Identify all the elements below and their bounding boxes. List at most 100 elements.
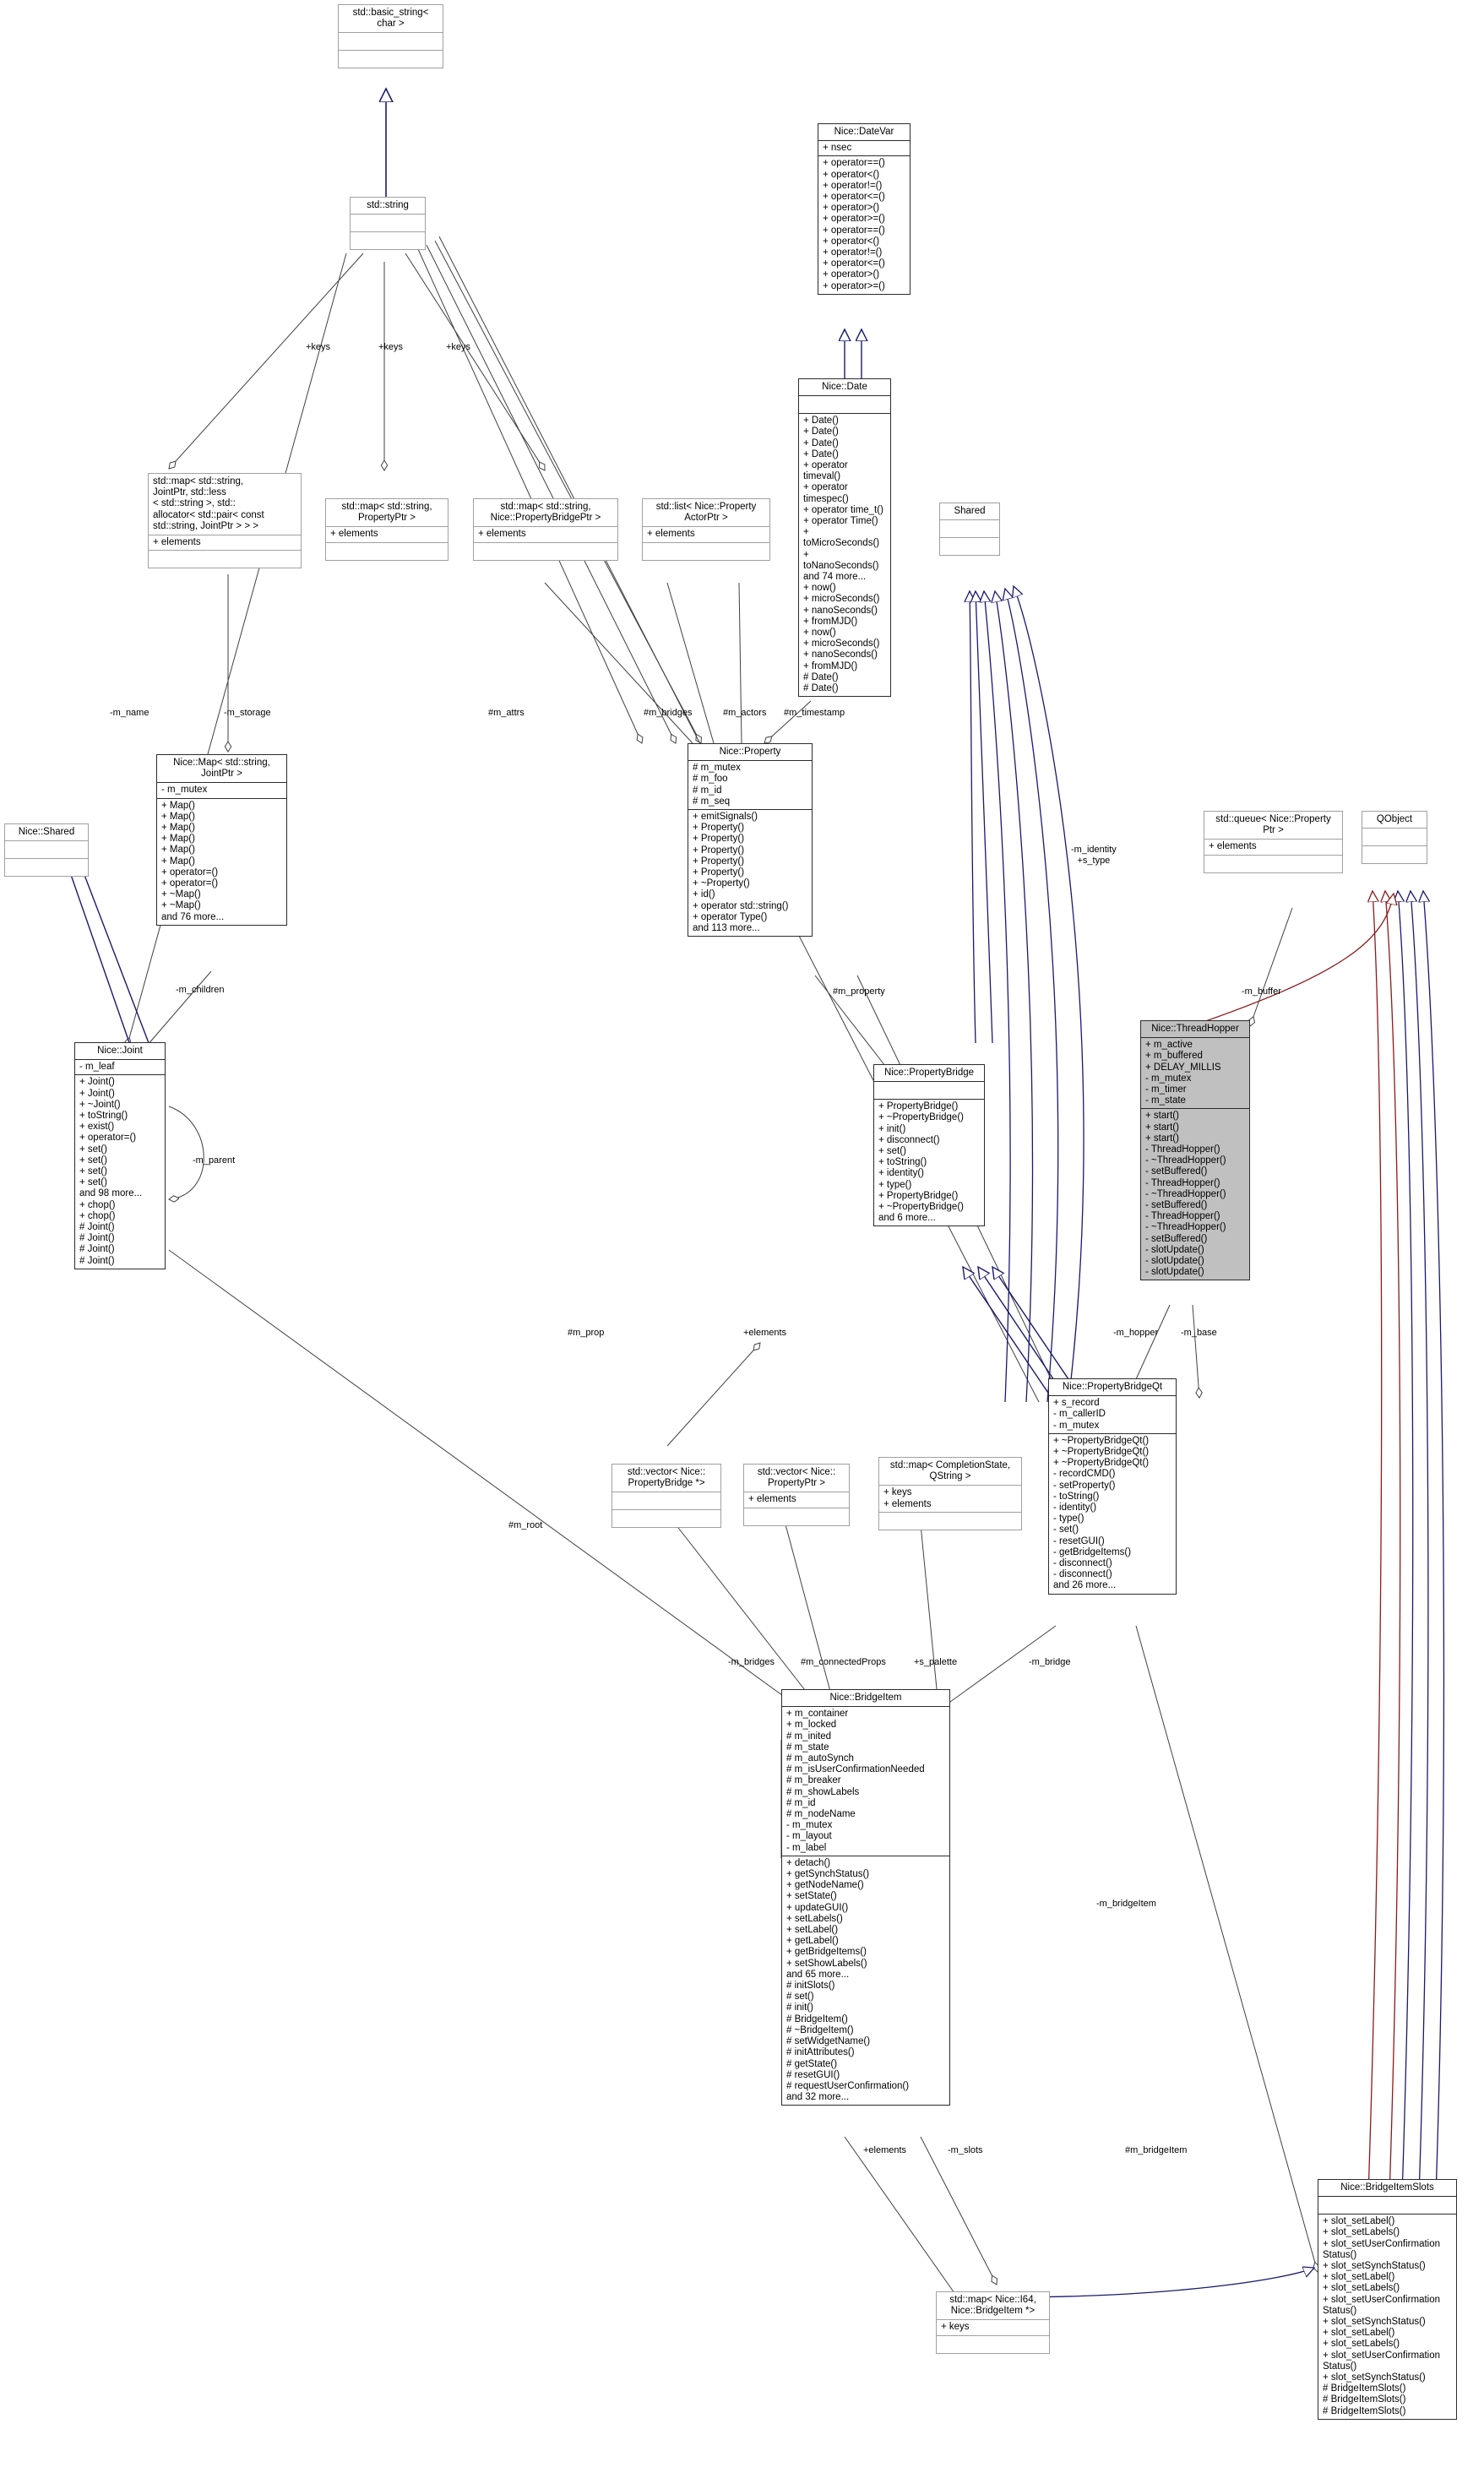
class-attributes bbox=[1362, 829, 1427, 847]
class-attributes: # m_mutex # m_foo # m_id # m_seq bbox=[688, 761, 812, 811]
class-attributes bbox=[1318, 2197, 1456, 2215]
class-node-nice-bridgeitemslots[interactable]: Nice::BridgeItemSlots + slot_setLabel() … bbox=[1318, 2179, 1457, 2420]
class-operations bbox=[744, 1508, 849, 1525]
class-node-std-map-int64-bridgeitem[interactable]: std::map< Nice::I64, Nice::BridgeItem *>… bbox=[936, 2291, 1050, 2354]
class-operations bbox=[326, 543, 448, 560]
class-attributes bbox=[339, 33, 443, 52]
class-title: std::list< Nice::Property ActorPtr > bbox=[643, 499, 769, 528]
class-node-std-vector-propertyptr[interactable]: std::vector< Nice:: PropertyPtr > + elem… bbox=[743, 1464, 850, 1526]
edge-label-m-storage: -m_storage bbox=[224, 708, 271, 718]
class-title: std::map< Nice::I64, Nice::BridgeItem *> bbox=[937, 2292, 1049, 2321]
class-operations bbox=[1204, 856, 1342, 872]
class-attributes: + m_container + m_locked # m_inited # m_… bbox=[782, 1707, 949, 1856]
class-operations: + operator==() + operator<() + operator!… bbox=[823, 158, 885, 291]
class-node-std-queue-propertyptr[interactable]: std::queue< Nice::Property Ptr > + eleme… bbox=[1204, 811, 1343, 873]
edge-label-m-attrs: #m_attrs bbox=[488, 708, 525, 718]
class-node-nice-propertybridge[interactable]: Nice::PropertyBridge + PropertyBridge() … bbox=[873, 1064, 985, 1227]
class-title: std::queue< Nice::Property Ptr > bbox=[1204, 812, 1342, 840]
class-attributes bbox=[874, 1082, 984, 1100]
class-node-nice-shared[interactable]: Nice::Shared bbox=[4, 823, 89, 878]
edge-label-m-prop: #m_prop bbox=[568, 1328, 605, 1338]
class-operations: + Map() + Map() + Map() + Map() + Map() … bbox=[161, 800, 225, 922]
class-attributes: + keys bbox=[937, 2320, 1049, 2336]
class-node-std-map-string-bridgeptr[interactable]: std::map< std::string, Nice::PropertyBri… bbox=[473, 498, 618, 561]
edge-label-m-connectedprops: #m_connectedProps bbox=[801, 1657, 886, 1667]
class-title: std::basic_string< char > bbox=[339, 5, 443, 34]
class-attributes: + elements bbox=[326, 527, 448, 543]
class-operations: + emitSignals() + Property() + Property(… bbox=[693, 812, 789, 934]
class-node-nice-joint[interactable]: Nice::Joint - m_leaf + Joint() + Joint()… bbox=[74, 1042, 166, 1269]
class-node-nice-datevar[interactable]: Nice::DateVar + nsec + operator==() + op… bbox=[818, 123, 911, 295]
class-node-nice-propertybridgeqt[interactable]: Nice::PropertyBridgeQt + s_record - m_ca… bbox=[1048, 1378, 1177, 1595]
class-operations: + Date() + Date() + Date() + Date() + op… bbox=[803, 416, 883, 694]
class-attributes: + keys + elements bbox=[879, 1486, 1021, 1513]
edge-label-m-bridgeitem-right: -m_bridgeItem bbox=[1096, 1899, 1156, 1909]
relationship-edges bbox=[0, 0, 1445, 2298]
class-node-nice-date[interactable]: Nice::Date + Date() + Date() + Date() + … bbox=[798, 378, 891, 698]
class-attributes bbox=[799, 396, 890, 415]
class-node-std-vector-propertybridge-ptr[interactable]: std::vector< Nice:: PropertyBridge *> bbox=[612, 1464, 721, 1529]
edge-label-m-bridge: -m_bridge bbox=[1029, 1657, 1071, 1667]
class-node-nice-property[interactable]: Nice::Property # m_mutex # m_foo # m_id … bbox=[688, 743, 813, 937]
class-title: std::map< std::string, JointPtr, std::le… bbox=[149, 474, 301, 536]
class-node-nice-threadhopper[interactable]: Nice::ThreadHopper + m_active + m_buffer… bbox=[1140, 1020, 1250, 1281]
class-attributes: + elements bbox=[149, 535, 301, 552]
class-attributes: + m_active + m_buffered + DELAY_MILLIS -… bbox=[1141, 1038, 1249, 1110]
edge-label-m-parent: -m_parent bbox=[193, 1155, 236, 1166]
class-node-nice-map[interactable]: Nice::Map< std::string, JointPtr > - m_m… bbox=[156, 754, 287, 926]
edge-label-m-timestamp: #m_timestamp bbox=[784, 708, 845, 718]
class-operations bbox=[643, 543, 769, 560]
class-title: Nice::Map< std::string, JointPtr > bbox=[157, 755, 286, 784]
class-attributes: + s_record - m_callerID - m_mutex bbox=[1049, 1396, 1176, 1434]
class-operations: + Joint() + Joint() + ~Joint() + toStrin… bbox=[79, 1077, 143, 1266]
class-attributes: - m_leaf bbox=[75, 1060, 165, 1076]
class-operations bbox=[937, 2336, 1049, 2353]
edge-label-elements-low: +elements bbox=[863, 2145, 907, 2155]
edge-label-m-hopper: -m_hopper bbox=[1113, 1328, 1159, 1338]
class-node-std-map-completionstate-qstring[interactable]: std::map< CompletionState, QString > + k… bbox=[878, 1457, 1022, 1530]
class-title: Nice::Joint bbox=[75, 1043, 165, 1061]
edge-label-keys-2: +keys bbox=[378, 342, 404, 352]
class-operations: + detach() + getSynchStatus() + getNodeN… bbox=[786, 1857, 910, 2103]
uml-class-diagram-canvas: std::basic_string< char > std::string Ni… bbox=[0, 0, 1484, 2489]
class-title: std::string bbox=[351, 198, 425, 215]
class-title: Nice::PropertyBridge bbox=[874, 1065, 984, 1083]
edge-label-elements-mid: +elements bbox=[743, 1328, 787, 1338]
edge-label-m-name: -m_name bbox=[110, 708, 149, 718]
class-attributes bbox=[612, 1492, 720, 1511]
class-title: Nice::DateVar bbox=[818, 124, 910, 142]
class-title: Nice::ThreadHopper bbox=[1141, 1021, 1249, 1039]
class-title: Nice::BridgeItemSlots bbox=[1318, 2180, 1456, 2198]
class-title: Nice::Date bbox=[799, 379, 890, 397]
class-operations bbox=[474, 543, 617, 560]
class-operations bbox=[879, 1513, 1021, 1530]
edge-label-m-root: #m_root bbox=[508, 1520, 543, 1530]
class-operations bbox=[351, 232, 425, 249]
class-attributes: + nsec bbox=[818, 141, 910, 157]
class-attributes: + elements bbox=[643, 527, 769, 543]
class-title: QObject bbox=[1362, 812, 1427, 829]
class-node-nice-bridgeitem[interactable]: Nice::BridgeItem + m_container + m_locke… bbox=[781, 1689, 950, 2106]
class-operations bbox=[5, 859, 88, 876]
edge-label-keys-3: +keys bbox=[446, 342, 471, 352]
edge-label-m-bridges-top: #m_bridges bbox=[644, 708, 693, 718]
class-attributes bbox=[5, 841, 88, 860]
class-node-std-map-string-jointptr[interactable]: std::map< std::string, JointPtr, std::le… bbox=[148, 473, 302, 569]
class-attributes: - m_mutex bbox=[157, 783, 286, 799]
class-node-std-map-string-propertyptr[interactable]: std::map< std::string, PropertyPtr > + e… bbox=[325, 498, 448, 561]
class-attributes: + elements bbox=[744, 1492, 849, 1508]
class-node-std-string[interactable]: std::string bbox=[350, 197, 426, 251]
class-node-std-basic-string[interactable]: std::basic_string< char > bbox=[338, 4, 443, 69]
class-node-std-list-actorptr[interactable]: std::list< Nice::Property ActorPtr > + e… bbox=[642, 498, 770, 561]
class-node-qobject[interactable]: QObject bbox=[1362, 811, 1427, 865]
class-operations: + PropertyBridge() + ~PropertyBridge() +… bbox=[878, 1101, 964, 1224]
class-operations bbox=[149, 551, 301, 568]
class-operations bbox=[339, 51, 443, 68]
class-title: Nice::BridgeItem bbox=[782, 1690, 949, 1708]
class-attributes bbox=[351, 215, 425, 233]
edge-label-m-actors: #m_actors bbox=[723, 708, 767, 718]
class-node-shared[interactable]: Shared bbox=[939, 503, 1000, 557]
class-title: Shared bbox=[940, 503, 999, 521]
edge-label-m-children: -m_children bbox=[176, 985, 225, 995]
edge-label-m-buffer: -m_buffer bbox=[1242, 986, 1281, 997]
